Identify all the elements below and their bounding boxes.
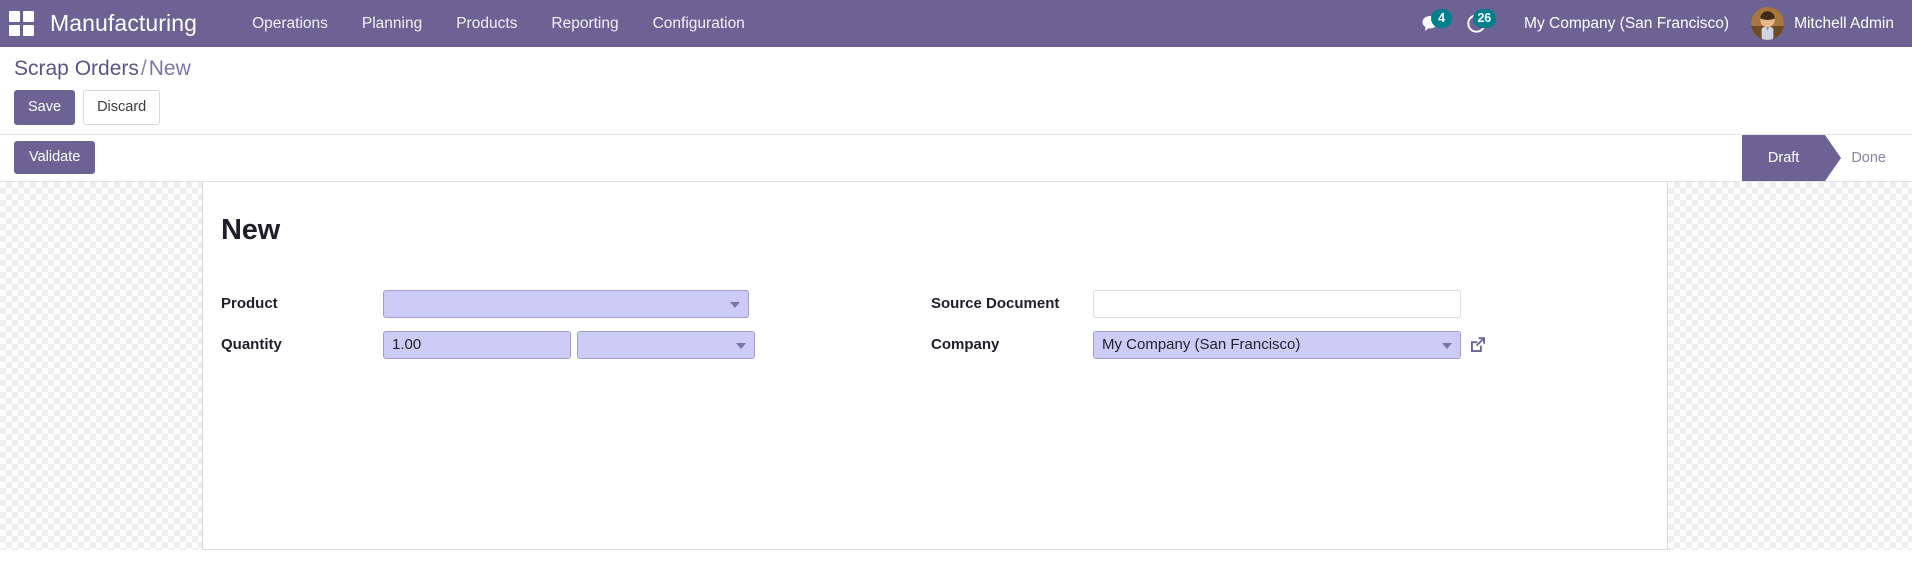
validate-button[interactable]: Validate	[14, 141, 95, 174]
field-label-company: Company	[931, 336, 1093, 353]
form-view-body: New Product Quantity	[0, 182, 1912, 550]
product-select-wrap	[383, 290, 749, 318]
field-control-source-document	[1093, 290, 1461, 318]
quantity-input[interactable]	[383, 331, 571, 359]
apps-grid-square	[23, 25, 34, 36]
field-control-company	[1093, 331, 1487, 359]
menu-item-reporting[interactable]: Reporting	[534, 2, 635, 46]
field-quantity: Quantity	[221, 328, 931, 362]
apps-grid-square	[23, 11, 34, 22]
menu-item-configuration[interactable]: Configuration	[636, 2, 762, 46]
activities-button[interactable]: 26	[1454, 4, 1498, 44]
field-company: Company	[931, 328, 1641, 362]
breadcrumb-separator: /	[139, 57, 149, 80]
top-navbar: Manufacturing Operations Planning Produc…	[0, 0, 1912, 47]
company-select-wrap	[1093, 331, 1461, 359]
page-title: New	[221, 214, 1641, 247]
company-switcher[interactable]: My Company (San Francisco)	[1498, 15, 1745, 33]
field-control-quantity	[383, 331, 755, 359]
app-brand-manufacturing[interactable]: Manufacturing	[50, 10, 197, 37]
status-step-draft[interactable]: Draft	[1742, 135, 1825, 181]
form-sheet: New Product Quantity	[202, 182, 1668, 550]
field-control-product	[383, 290, 749, 318]
discard-button[interactable]: Discard	[83, 90, 160, 125]
source-document-input[interactable]	[1093, 290, 1461, 318]
apps-grid-square	[9, 25, 20, 36]
avatar	[1751, 7, 1784, 40]
activities-badge: 26	[1473, 9, 1497, 28]
field-label-quantity: Quantity	[221, 336, 383, 353]
menu-item-operations[interactable]: Operations	[235, 2, 345, 46]
save-button[interactable]: Save	[14, 90, 75, 125]
main-menu: Operations Planning Products Reporting C…	[235, 2, 762, 46]
form-column-left: Product Quantity	[221, 287, 931, 369]
breadcrumb: Scrap Orders/New	[14, 57, 1898, 81]
menu-item-planning[interactable]: Planning	[345, 2, 439, 46]
messages-badge: 4	[1431, 9, 1452, 28]
field-product: Product	[221, 287, 931, 321]
apps-grid-square	[9, 11, 20, 22]
field-label-product: Product	[221, 295, 383, 312]
breadcrumb-current-new: New	[149, 57, 191, 80]
menu-item-products[interactable]: Products	[439, 2, 534, 46]
product-input[interactable]	[383, 290, 749, 318]
breadcrumb-parent-scrap-orders[interactable]: Scrap Orders	[14, 57, 139, 80]
user-name: Mitchell Admin	[1794, 15, 1894, 33]
external-link-icon[interactable]	[1468, 335, 1487, 354]
messages-button[interactable]: 4	[1410, 4, 1454, 44]
field-source-document: Source Document	[931, 287, 1641, 321]
user-menu[interactable]: Mitchell Admin	[1745, 7, 1894, 40]
control-panel: Scrap Orders/New Save Discard	[0, 47, 1912, 135]
company-input[interactable]	[1093, 331, 1461, 359]
statusbar: Validate Draft Done	[0, 135, 1912, 182]
apps-grid-icon[interactable]	[6, 9, 36, 39]
field-label-source-document: Source Document	[931, 295, 1093, 312]
form-column-right: Source Document Company	[931, 287, 1641, 369]
form-grid: Product Quantity	[221, 287, 1641, 369]
navbar-right-tools: 4 26 My Company (San Francisco)	[1410, 4, 1894, 44]
uom-input[interactable]	[577, 331, 755, 359]
uom-select-wrap	[577, 331, 755, 359]
record-action-buttons: Save Discard	[14, 90, 1898, 125]
status-steps: Draft Done	[1742, 135, 1912, 181]
